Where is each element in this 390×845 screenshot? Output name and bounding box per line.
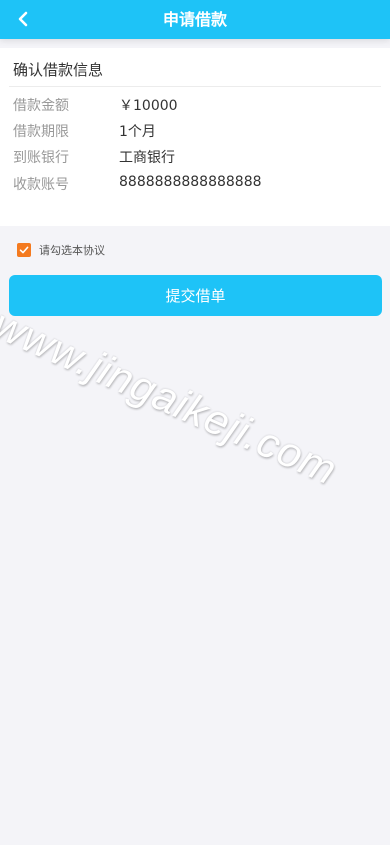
row-value: 8888888888888888 xyxy=(119,174,262,190)
row-label: 收款账号 xyxy=(13,177,69,193)
info-row-bank: 到账银行 工商银行 xyxy=(13,147,380,171)
watermark-text: www.jingaikeji.com xyxy=(0,300,345,494)
agreement-checkbox[interactable] xyxy=(17,243,31,257)
row-label: 借款金额 xyxy=(13,98,69,114)
row-value: 1个月 xyxy=(119,124,156,140)
loan-info-card: 确认借款信息 借款金额 ￥10000 借款期限 1个月 到账银行 工商银行 收款… xyxy=(0,48,390,226)
info-row-account: 收款账号 8888888888888888 xyxy=(13,174,380,198)
agreement-checkbox-row[interactable]: 请勾选本协议 xyxy=(17,242,105,258)
app-header: 申请借款 xyxy=(0,0,390,39)
chevron-left-icon xyxy=(18,11,28,27)
submit-button[interactable]: 提交借单 xyxy=(9,275,382,316)
divider xyxy=(9,86,381,87)
back-button[interactable] xyxy=(10,6,36,32)
info-row-term: 借款期限 1个月 xyxy=(13,121,380,145)
info-row-amount: 借款金额 ￥10000 xyxy=(13,95,380,119)
row-value: 工商银行 xyxy=(119,150,175,166)
row-label: 借款期限 xyxy=(13,124,69,140)
checkmark-icon xyxy=(19,246,29,254)
row-label: 到账银行 xyxy=(13,150,69,166)
row-value: ￥10000 xyxy=(119,98,178,114)
card-title: 确认借款信息 xyxy=(13,61,104,79)
loan-application-page: 申请借款 确认借款信息 借款金额 ￥10000 借款期限 1个月 到账银行 工商… xyxy=(0,0,390,845)
agreement-label: 请勾选本协议 xyxy=(39,244,105,257)
page-title: 申请借款 xyxy=(162,10,227,29)
